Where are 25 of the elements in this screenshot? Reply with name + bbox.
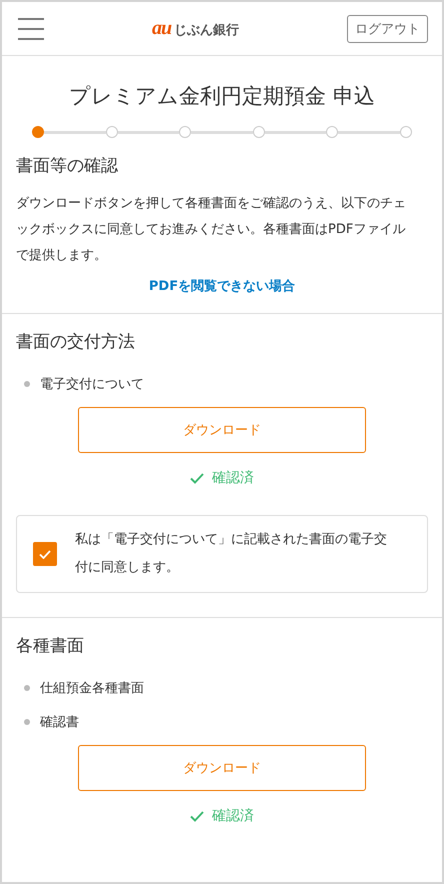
logo-text: じぶん銀行 [174, 22, 240, 39]
logout-button[interactable]: ログアウト [347, 14, 428, 42]
bullet-icon [24, 719, 30, 725]
section-title: 書面等の確認 [16, 155, 119, 177]
download-button[interactable]: ダウンロード [78, 407, 366, 453]
bullet-icon [24, 381, 30, 387]
download-button[interactable]: ダウンロード [78, 745, 366, 791]
menu-icon[interactable] [18, 16, 44, 40]
page-title: プレミアム金利円定期預金 申込 [68, 83, 376, 110]
section-title: 書面の交付方法 [16, 331, 136, 353]
description-text: ダウンロードボタンを押して各種書面をご確認のうえ、以下のチェックボックスに同意してお進みください。各種書面はPDFファイルで提供します。 [16, 195, 407, 265]
check-icon [190, 472, 204, 484]
check-icon [39, 550, 51, 558]
confirmed-status: 確認済 [212, 469, 254, 487]
confirmed-status: 確認済 [212, 807, 254, 825]
section-title: 各種書面 [16, 635, 85, 657]
document-name: 電子交付について [40, 376, 144, 393]
agreement-text: 私は「電子交付について」に記載された書面の電子交付に同意します。 [75, 531, 388, 577]
document-name: 仕組預金各種書面 [40, 680, 144, 697]
bullet-icon [24, 685, 30, 691]
logo-mark: au [152, 17, 172, 40]
check-icon [190, 810, 204, 822]
pdf-help-link[interactable]: PDFを閲覧できない場合 [148, 277, 296, 295]
document-name: 確認書 [40, 714, 79, 731]
agreement-checkbox[interactable] [33, 542, 57, 566]
